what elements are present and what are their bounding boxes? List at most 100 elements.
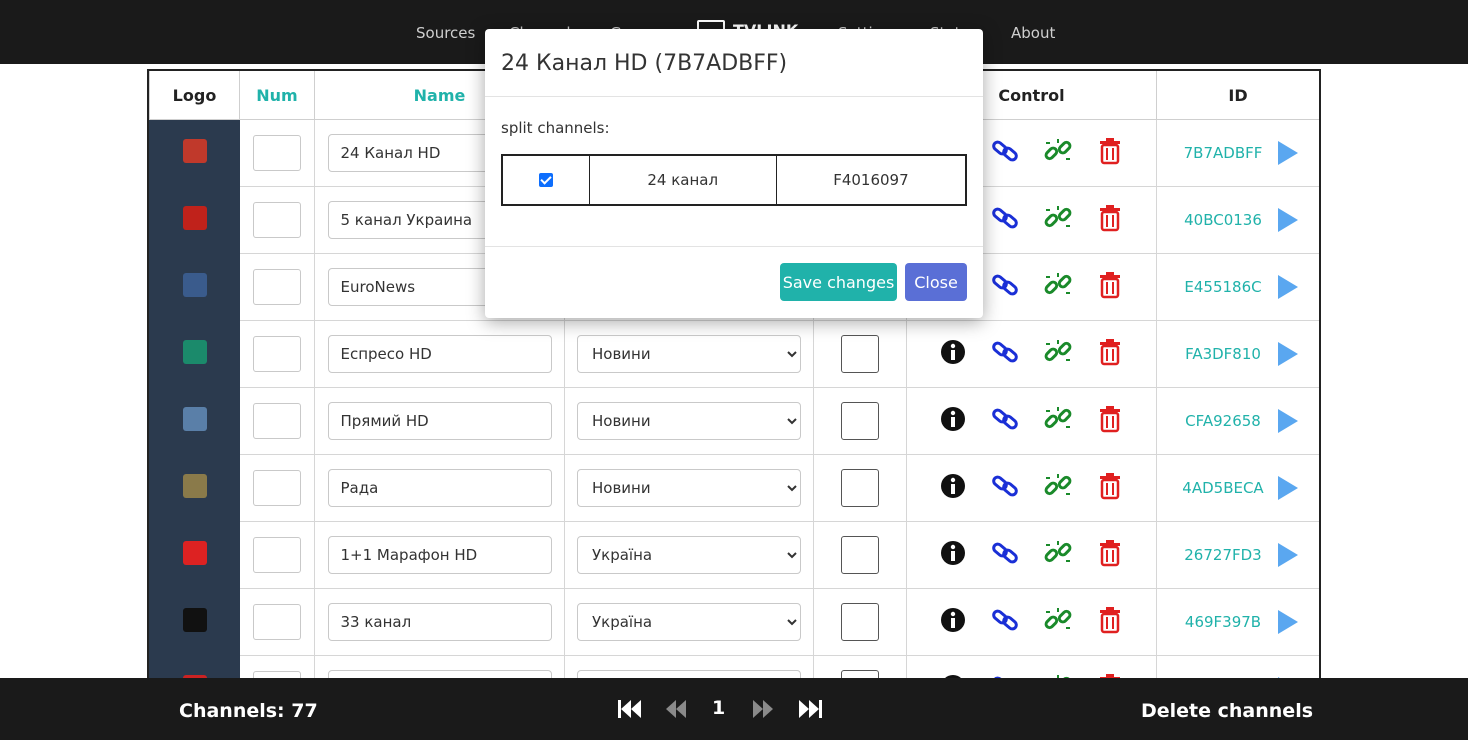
extra-input[interactable] <box>841 536 879 574</box>
link-icon[interactable] <box>991 539 1019 567</box>
link-icon[interactable] <box>991 338 1019 366</box>
play-icon[interactable] <box>1278 476 1298 500</box>
num-input[interactable] <box>253 671 301 678</box>
nav-about[interactable]: About <box>1011 24 1055 42</box>
num-input[interactable] <box>253 336 301 372</box>
trash-icon[interactable] <box>1096 539 1124 567</box>
num-input[interactable] <box>253 604 301 640</box>
name-cell <box>314 588 565 656</box>
link-icon[interactable] <box>991 204 1019 232</box>
channel-name-input[interactable] <box>327 670 552 678</box>
extra-input[interactable] <box>841 469 879 507</box>
group-cell: Новини <box>564 320 814 388</box>
link-icon[interactable] <box>991 137 1019 165</box>
channel-logo-cell <box>149 655 240 678</box>
trash-icon[interactable] <box>1096 137 1124 165</box>
num-input[interactable] <box>253 537 301 573</box>
extra-input[interactable] <box>841 335 879 373</box>
group-cell: Україна <box>564 588 814 656</box>
delete-channels-button[interactable]: Delete channels <box>1141 700 1313 722</box>
trash-icon[interactable] <box>1096 338 1124 366</box>
extra-input[interactable] <box>841 603 879 641</box>
group-select[interactable]: Україна <box>577 536 801 574</box>
channel-id[interactable]: 40BC0136 <box>1178 211 1268 229</box>
channel-id[interactable]: 469F397B <box>1178 613 1268 631</box>
current-page[interactable]: 1 <box>712 697 725 719</box>
trash-icon[interactable] <box>1096 271 1124 299</box>
num-input[interactable] <box>253 135 301 171</box>
modal-title: 24 Канал HD (7B7ADBFF) <box>501 51 788 76</box>
num-cell <box>239 655 315 678</box>
split-checkbox[interactable] <box>538 173 553 187</box>
channel-id[interactable]: FA3DF810 <box>1178 345 1268 363</box>
header-num[interactable]: Num <box>239 71 315 120</box>
last-page-icon[interactable] <box>797 698 823 720</box>
link-icon[interactable] <box>991 271 1019 299</box>
num-input[interactable] <box>253 269 301 305</box>
split-icon[interactable] <box>1044 204 1072 232</box>
control-cell <box>906 387 1157 455</box>
channel-logo <box>182 340 207 364</box>
split-icon[interactable] <box>1044 472 1072 500</box>
channel-name-input[interactable] <box>327 335 552 373</box>
num-input[interactable] <box>253 470 301 506</box>
extra-input[interactable] <box>841 402 879 440</box>
extra-input[interactable] <box>841 670 879 678</box>
close-button[interactable]: Close <box>905 263 967 301</box>
name-cell <box>314 521 565 589</box>
info-icon[interactable] <box>939 338 967 366</box>
first-page-icon[interactable] <box>617 698 643 720</box>
info-icon[interactable] <box>939 472 967 500</box>
channel-id[interactable]: 26727FD3 <box>1178 546 1268 564</box>
save-changes-button[interactable]: Save changes <box>780 263 897 301</box>
split-icon[interactable] <box>1044 338 1072 366</box>
channel-name-input[interactable] <box>327 402 552 440</box>
channel-id[interactable]: E455186C <box>1178 278 1268 296</box>
prev-page-icon[interactable] <box>663 698 689 720</box>
play-icon[interactable] <box>1278 342 1298 366</box>
channel-id[interactable]: 4AD5BECA <box>1178 479 1268 497</box>
link-icon[interactable] <box>991 606 1019 634</box>
play-icon[interactable] <box>1278 610 1298 634</box>
trash-icon[interactable] <box>1096 472 1124 500</box>
next-page-icon[interactable] <box>750 698 776 720</box>
link-icon[interactable] <box>991 405 1019 433</box>
play-icon[interactable] <box>1278 543 1298 567</box>
control-cell <box>906 655 1157 678</box>
num-input[interactable] <box>253 202 301 238</box>
split-icon[interactable] <box>1044 271 1072 299</box>
play-icon[interactable] <box>1278 275 1298 299</box>
group-select[interactable] <box>577 670 801 678</box>
group-select[interactable]: Новини <box>577 402 801 440</box>
control-cell <box>906 588 1157 656</box>
num-input[interactable] <box>253 403 301 439</box>
channel-name-input[interactable] <box>327 536 552 574</box>
info-icon[interactable] <box>939 405 967 433</box>
nav-sources[interactable]: Sources <box>416 24 475 42</box>
group-select[interactable]: Новини <box>577 335 801 373</box>
group-select[interactable]: Новини <box>577 469 801 507</box>
trash-icon[interactable] <box>1096 405 1124 433</box>
play-icon[interactable] <box>1278 409 1298 433</box>
play-icon[interactable] <box>1278 141 1298 165</box>
info-icon[interactable] <box>939 539 967 567</box>
num-cell <box>239 387 315 455</box>
info-icon[interactable] <box>939 606 967 634</box>
split-icon[interactable] <box>1044 405 1072 433</box>
control-cell <box>906 454 1157 522</box>
channel-name-input[interactable] <box>327 603 552 641</box>
split-icon[interactable] <box>1044 137 1072 165</box>
trash-icon[interactable] <box>1096 204 1124 232</box>
split-icon[interactable] <box>1044 606 1072 634</box>
link-icon[interactable] <box>991 472 1019 500</box>
play-icon[interactable] <box>1278 208 1298 232</box>
split-icon[interactable] <box>1044 539 1072 567</box>
channel-name-input[interactable] <box>327 469 552 507</box>
group-select[interactable]: Україна <box>577 603 801 641</box>
num-cell <box>239 320 315 388</box>
extra-cell <box>813 387 907 455</box>
channel-logo <box>182 206 207 230</box>
channel-id[interactable]: CFA92658 <box>1178 412 1268 430</box>
trash-icon[interactable] <box>1096 606 1124 634</box>
channel-id[interactable]: 7B7ADBFF <box>1178 144 1268 162</box>
